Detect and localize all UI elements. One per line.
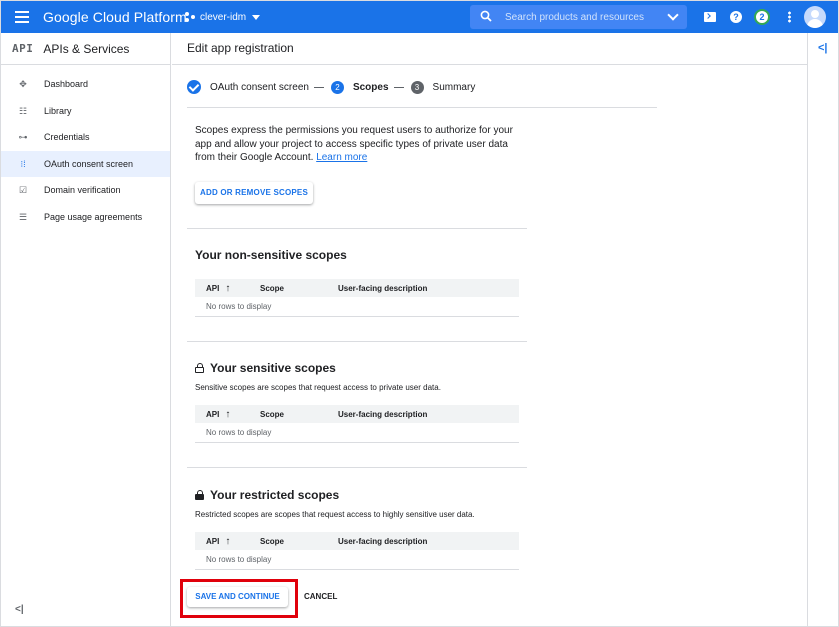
api-logo-icon: API <box>12 42 34 55</box>
sidebar-item-dashboard[interactable]: ✥ Dashboard <box>1 71 170 97</box>
table-header: API ↑ Scope User-facing description <box>195 279 519 297</box>
chevron-down-icon[interactable] <box>667 9 679 21</box>
sidebar-item-page-usage-agreements[interactable]: ☰ Page usage agreements <box>1 204 170 230</box>
step-divider <box>313 86 324 88</box>
scope-column-header: Scope <box>260 409 285 419</box>
save-and-continue-button[interactable]: SAVE AND CONTINUE <box>187 587 288 607</box>
app-window: Google Cloud Platform clever-idm Search … <box>0 0 839 627</box>
expand-panel-icon[interactable]: <| <box>818 42 828 54</box>
lock-open-icon <box>195 363 204 373</box>
agreements-icon: ☰ <box>18 212 28 222</box>
top-bar: Google Cloud Platform clever-idm Search … <box>1 1 838 33</box>
divider <box>187 467 527 468</box>
api-column-header[interactable]: API ↑ <box>195 409 260 420</box>
sidebar-header: API APIs & Services <box>1 33 170 65</box>
arrow-up-icon: ↑ <box>225 408 231 420</box>
table-header: API ↑ Scope User-facing description <box>195 405 519 423</box>
description-column-header: User-facing description <box>338 283 428 293</box>
arrow-up-icon: ↑ <box>225 535 231 547</box>
scope-column-header: Scope <box>260 283 285 293</box>
key-icon: ⊶ <box>18 132 28 142</box>
sidebar-item-label: Library <box>44 106 72 116</box>
add-or-remove-scopes-button[interactable]: ADD OR REMOVE SCOPES <box>195 182 313 204</box>
sensitive-scopes-title: Your sensitive scopes <box>195 361 336 375</box>
check-circle-icon <box>187 80 201 94</box>
table-header: API ↑ Scope User-facing description <box>195 532 519 550</box>
restricted-scopes-subtitle: Restricted scopes are scopes that reques… <box>195 510 475 519</box>
sidebar-item-label: OAuth consent screen <box>44 159 134 169</box>
collapse-sidebar-icon[interactable]: <| <box>15 604 24 615</box>
library-icon: ☷ <box>18 106 28 116</box>
caret-down-icon <box>252 14 261 20</box>
divider <box>187 341 527 342</box>
project-icon <box>185 12 195 22</box>
empty-row: No rows to display <box>195 550 519 570</box>
consent-icon: ⁝⁞ <box>20 159 26 169</box>
learn-more-link[interactable]: Learn more <box>316 152 367 163</box>
more-vert-icon[interactable] <box>781 9 797 25</box>
sidebar-title: APIs & Services <box>43 41 130 56</box>
step-oauth-consent-screen[interactable]: OAuth consent screen <box>210 82 309 93</box>
divider <box>187 228 527 229</box>
non-sensitive-scopes-title: Your non-sensitive scopes <box>195 248 347 262</box>
notification-count: 2 <box>754 9 770 25</box>
notifications-icon[interactable]: 2 <box>753 8 771 26</box>
lock-icon <box>195 490 204 500</box>
step-scopes[interactable]: Scopes <box>353 82 389 93</box>
avatar[interactable] <box>804 6 826 28</box>
project-selector[interactable]: clever-idm <box>185 8 261 26</box>
menu-icon[interactable] <box>15 11 29 23</box>
sensitive-scopes-subtitle: Sensitive scopes are scopes that request… <box>195 383 441 392</box>
section-title-text: Your non-sensitive scopes <box>195 248 347 262</box>
description-column-header: User-facing description <box>338 409 428 419</box>
step-summary[interactable]: Summary <box>433 82 476 93</box>
step-number-2: 2 <box>330 80 344 94</box>
sidebar-item-library[interactable]: ☷ Library <box>1 98 170 124</box>
project-name: clever-idm <box>200 11 247 23</box>
domain-verification-icon: ☑ <box>18 185 28 195</box>
search-input[interactable]: Search products and resources <box>470 5 687 29</box>
sidebar-item-label: Credentials <box>44 132 90 142</box>
sidebar-item-label: Domain verification <box>44 185 121 195</box>
dashboard-icon: ✥ <box>19 79 27 89</box>
right-panel-rail: <| <box>807 33 838 626</box>
help-icon[interactable]: ? <box>728 9 744 25</box>
sidebar-item-domain-verification[interactable]: ☑ Domain verification <box>1 177 170 203</box>
step-number-3: 3 <box>410 80 424 94</box>
arrow-up-icon: ↑ <box>225 282 231 294</box>
api-column-header[interactable]: API ↑ <box>195 283 260 294</box>
scopes-description: Scopes express the permissions you reque… <box>195 124 525 165</box>
sidebar-item-credentials[interactable]: ⊶ Credentials <box>1 124 170 150</box>
cloud-shell-icon[interactable] <box>702 9 718 25</box>
restricted-scopes-table: API ↑ Scope User-facing description No ro… <box>195 532 519 570</box>
empty-row: No rows to display <box>195 297 519 317</box>
api-column-header[interactable]: API ↑ <box>195 536 260 547</box>
sidebar-item-label: Dashboard <box>44 79 89 89</box>
sensitive-scopes-table: API ↑ Scope User-facing description No ro… <box>195 405 519 443</box>
search-placeholder: Search products and resources <box>505 11 644 23</box>
search-icon <box>478 8 496 26</box>
non-sensitive-scopes-table: API ↑ Scope User-facing description No ro… <box>195 279 519 317</box>
sidebar-item-oauth-consent-screen[interactable]: ⁝⁞ OAuth consent screen <box>1 151 170 177</box>
description-column-header: User-facing description <box>338 536 428 546</box>
page-title: Edit app registration <box>187 41 294 55</box>
restricted-scopes-title: Your restricted scopes <box>195 488 339 502</box>
page-header: Edit app registration <box>172 33 807 65</box>
stepper: OAuth consent screen 2 Scopes 3 Summary <box>187 77 475 97</box>
empty-row: No rows to display <box>195 423 519 443</box>
sidebar: API APIs & Services ✥ Dashboard ☷ Librar… <box>1 33 171 626</box>
section-title-text: Your sensitive scopes <box>210 361 336 375</box>
section-title-text: Your restricted scopes <box>210 488 340 502</box>
brand-title[interactable]: Google Cloud Platform <box>43 9 187 25</box>
sidebar-item-label: Page usage agreements <box>44 212 143 222</box>
scope-column-header: Scope <box>260 536 285 546</box>
cancel-button[interactable]: CANCEL <box>298 587 343 607</box>
divider <box>187 107 657 108</box>
step-divider <box>393 86 404 88</box>
